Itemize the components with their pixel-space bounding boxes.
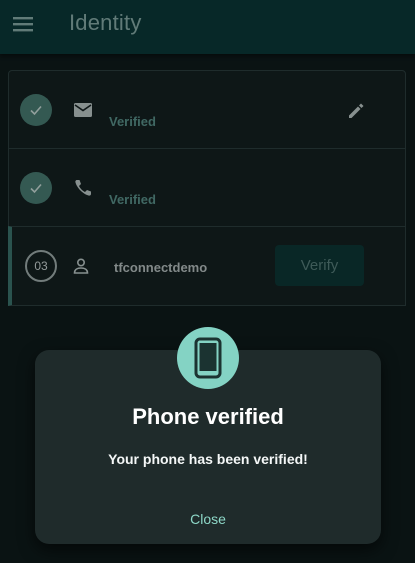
smartphone-icon [194,337,222,379]
dialog-message: Your phone has been verified! [108,451,308,467]
dialog-title: Phone verified [132,404,284,429]
close-button[interactable]: Close [158,505,258,533]
dialog-badge [177,327,239,389]
